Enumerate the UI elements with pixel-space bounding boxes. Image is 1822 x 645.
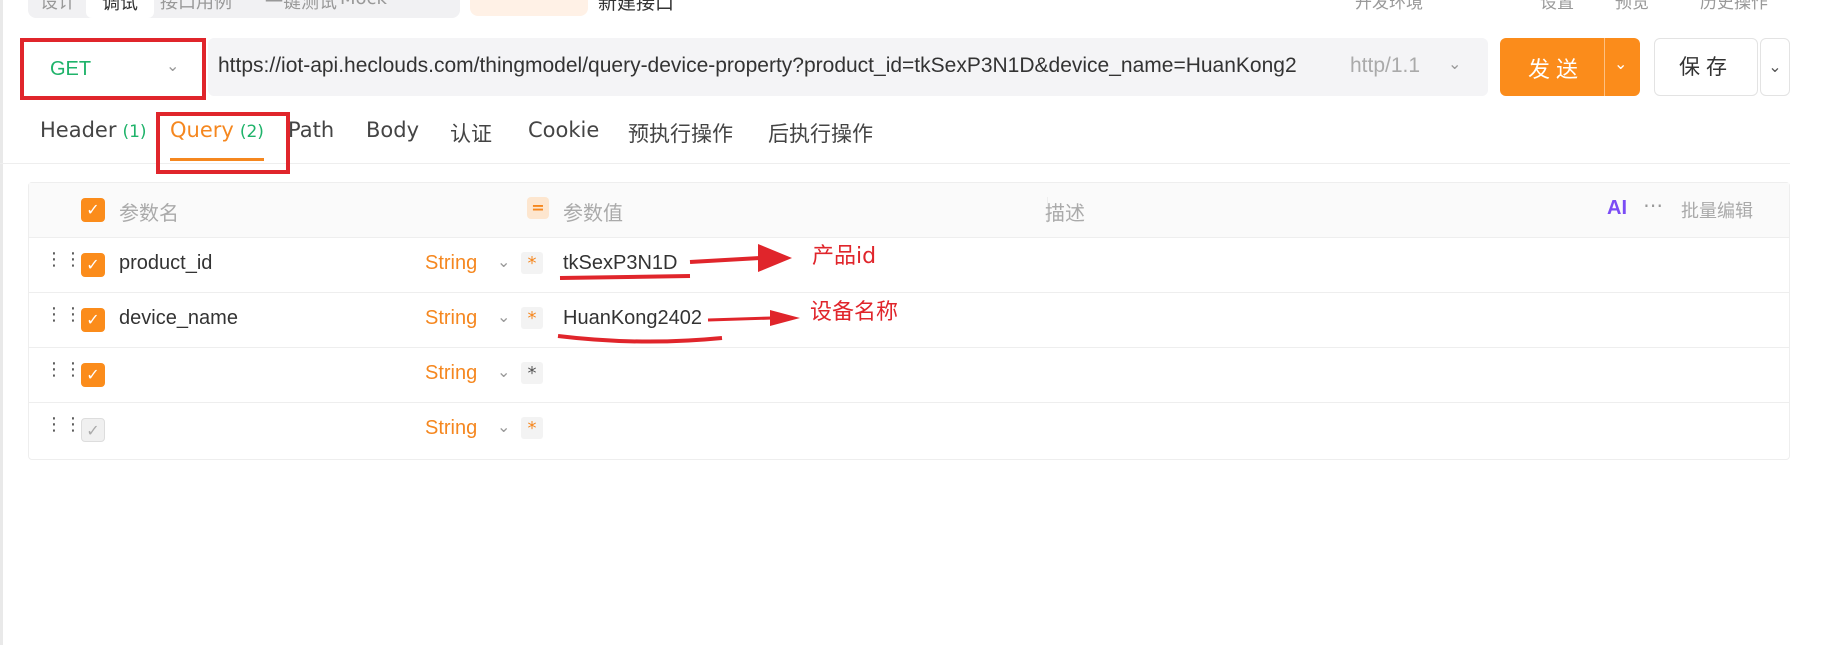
param-type-select[interactable]: String bbox=[425, 307, 477, 330]
drag-handle-icon[interactable]: ⋮⋮ bbox=[45, 416, 82, 441]
product-id-annotation: 产品id bbox=[812, 244, 877, 269]
save-button[interactable]: 保存 bbox=[1654, 38, 1758, 96]
header-description: 描述 bbox=[1045, 201, 1085, 225]
top-bar: 设计 调试 接口用例 一键测试 Mock 分享 新建接口 开发环境 设置 预览 … bbox=[0, 0, 1822, 18]
query-tab-highlight-box bbox=[156, 112, 290, 174]
send-divider bbox=[1604, 38, 1605, 96]
tab-pre-request[interactable]: 预执行操作 bbox=[628, 118, 733, 148]
required-toggle[interactable]: * bbox=[521, 252, 543, 274]
table-row: ⋮⋮ ✓ device_name String ⌄ * HuanKong2402 bbox=[29, 293, 1789, 348]
share-button[interactable]: 分享 bbox=[470, 0, 588, 16]
tab-post-request[interactable]: 后执行操作 bbox=[768, 118, 873, 148]
tab-path[interactable]: Path bbox=[288, 118, 334, 142]
table-row: ⋮⋮ ✓ product_id String ⌄ * tkSexP3N1D bbox=[29, 238, 1789, 293]
window-edge bbox=[0, 0, 3, 645]
table-row: ⋮⋮ ✓ String ⌄ * bbox=[29, 348, 1789, 403]
param-type-select[interactable]: String bbox=[425, 362, 477, 385]
method-label: GET bbox=[50, 58, 92, 80]
query-params-table: ✓ 参数名 = 参数值 描述 AI ⋯ 批量编辑 ⋮⋮ ✓ product_id… bbox=[28, 182, 1790, 460]
tab-header[interactable]: Header (1) bbox=[40, 118, 147, 142]
chevron-down-icon: ⌄ bbox=[166, 56, 180, 75]
ai-icon[interactable]: AI bbox=[1607, 197, 1627, 220]
param-value-cell[interactable]: tkSexP3N1D bbox=[563, 252, 678, 275]
chevron-down-icon[interactable]: ⌄ bbox=[497, 362, 510, 381]
drag-handle-icon[interactable]: ⋮⋮ bbox=[45, 306, 82, 331]
method-select[interactable]: GET ⌄ bbox=[20, 38, 206, 100]
request-name-input[interactable]: 新建接口 bbox=[598, 0, 674, 15]
url-input[interactable]: https://iot-api.heclouds.com/thingmodel/… bbox=[208, 38, 1488, 96]
equals-icon[interactable]: = bbox=[527, 197, 549, 219]
chevron-down-icon: ⌄ bbox=[1448, 54, 1462, 73]
save-more-chevron-icon[interactable]: ⌄ bbox=[1760, 38, 1790, 96]
required-toggle[interactable]: * bbox=[521, 307, 543, 329]
chevron-down-icon[interactable]: ⌄ bbox=[1614, 54, 1627, 73]
tab-auth[interactable]: 认证 bbox=[450, 118, 492, 148]
url-text: https://iot-api.heclouds.com/thingmodel/… bbox=[218, 54, 1297, 77]
send-button[interactable]: 发送 ⌄ bbox=[1500, 38, 1640, 96]
history-button[interactable]: 历史操作 bbox=[1700, 0, 1768, 13]
param-value-cell[interactable]: HuanKong2402 bbox=[563, 307, 702, 330]
segment-design[interactable]: 设计 bbox=[40, 0, 76, 14]
segment-quick-test[interactable]: 一键测试 bbox=[265, 0, 337, 14]
row-checkbox[interactable]: ✓ bbox=[81, 308, 105, 332]
more-dots-icon[interactable]: ⋯ bbox=[1643, 193, 1663, 217]
required-toggle[interactable]: * bbox=[521, 362, 543, 384]
drag-handle-icon[interactable]: ⋮⋮ bbox=[45, 361, 82, 386]
param-name-cell[interactable]: device_name bbox=[119, 307, 238, 330]
segment-cases[interactable]: 接口用例 bbox=[160, 0, 232, 14]
row-checkbox[interactable]: ✓ bbox=[81, 418, 105, 442]
table-row: ⋮⋮ ✓ String ⌄ * bbox=[29, 403, 1789, 458]
environment-selector[interactable]: 开发环境 bbox=[1355, 0, 1423, 13]
send-label: 发送 bbox=[1528, 58, 1585, 83]
device-name-annotation: 设备名称 bbox=[810, 300, 899, 325]
segment-debug[interactable]: 调试 bbox=[86, 0, 154, 18]
header-param-value: 参数值 bbox=[563, 201, 623, 225]
segment-mock[interactable]: Mock bbox=[340, 0, 387, 9]
header-param-name: 参数名 bbox=[119, 201, 179, 225]
drag-handle-icon[interactable]: ⋮⋮ bbox=[45, 251, 82, 276]
tab-body[interactable]: Body bbox=[366, 118, 419, 142]
row-checkbox[interactable]: ✓ bbox=[81, 363, 105, 387]
protocol-select[interactable]: http/1.1 bbox=[1350, 54, 1420, 78]
param-type-select[interactable]: String bbox=[425, 417, 477, 440]
chevron-down-icon[interactable]: ⌄ bbox=[497, 417, 510, 436]
param-type-select[interactable]: String bbox=[425, 252, 477, 275]
tab-cookie[interactable]: Cookie bbox=[528, 118, 599, 142]
select-all-checkbox[interactable]: ✓ bbox=[81, 198, 105, 222]
settings-button[interactable]: 设置 bbox=[1540, 0, 1574, 13]
bulk-edit-button[interactable]: 批量编辑 bbox=[1681, 197, 1753, 223]
required-toggle[interactable]: * bbox=[521, 417, 543, 439]
preview-button[interactable]: 预览 bbox=[1615, 0, 1649, 13]
chevron-down-icon[interactable]: ⌄ bbox=[497, 307, 510, 326]
row-checkbox[interactable]: ✓ bbox=[81, 253, 105, 277]
table-header-row: ✓ 参数名 = 参数值 描述 AI ⋯ 批量编辑 bbox=[29, 183, 1789, 238]
param-name-cell[interactable]: product_id bbox=[119, 252, 212, 275]
chevron-down-icon[interactable]: ⌄ bbox=[497, 252, 510, 271]
